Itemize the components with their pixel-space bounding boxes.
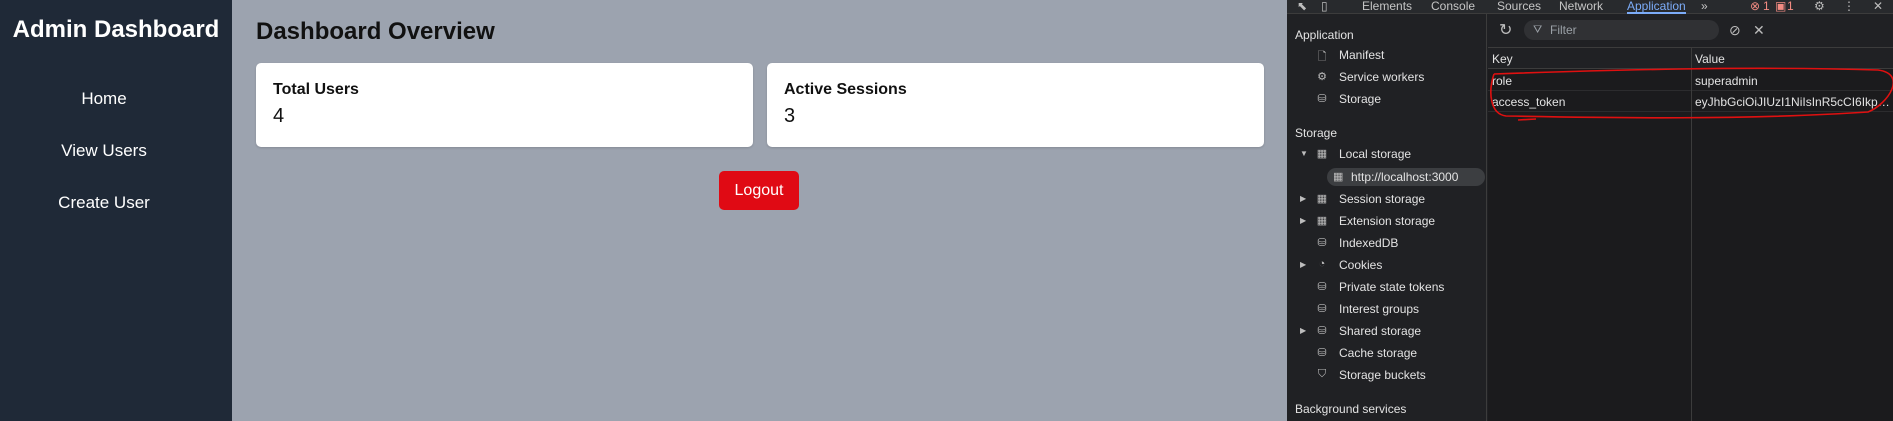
- expand-down-arrow-icon[interactable]: ▼: [1300, 149, 1308, 158]
- background-services-heading: Background services: [1295, 402, 1407, 416]
- devtools-tabbar: ⬉ ▯ Elements Console Sources Network App…: [1287, 0, 1893, 14]
- filter-input[interactable]: ⛛ Filter: [1524, 20, 1719, 40]
- table-icon: ▦: [1316, 215, 1328, 227]
- error-count: 1: [1763, 0, 1770, 13]
- sidebar-item-shared-storage[interactable]: Shared storage: [1339, 324, 1421, 338]
- total-users-card: Total Users 4: [256, 63, 753, 147]
- database-icon: ⛁: [1317, 347, 1327, 359]
- more-options-icon[interactable]: ⋮: [1843, 0, 1855, 14]
- expand-right-arrow-icon[interactable]: ▶: [1300, 194, 1306, 203]
- column-header-value[interactable]: Value: [1695, 52, 1725, 66]
- filter-funnel-icon: ⛛: [1533, 24, 1543, 36]
- row-key: access_token: [1492, 95, 1566, 109]
- sidebar-item-indexeddb[interactable]: IndexedDB: [1339, 236, 1398, 250]
- sidebar-item-cookies[interactable]: Cookies: [1339, 258, 1382, 272]
- card-value: 3: [784, 105, 796, 127]
- devtools-panel: ⬉ ▯ Elements Console Sources Network App…: [1287, 0, 1893, 421]
- page-title: Dashboard Overview: [256, 18, 495, 45]
- app-title: Admin Dashboard: [12, 16, 220, 43]
- storage-toolbar: ↻ ⛛ Filter ⊘ ✕: [1488, 14, 1893, 48]
- database-icon: ⛁: [1317, 303, 1327, 315]
- warning-count: 1: [1787, 0, 1794, 13]
- inspect-element-icon[interactable]: ⬉: [1297, 0, 1307, 14]
- delete-selected-icon[interactable]: ✕: [1753, 22, 1765, 39]
- expand-right-arrow-icon[interactable]: ▶: [1300, 260, 1306, 269]
- main-content: Dashboard Overview Total Users 4 Active …: [232, 0, 1287, 421]
- sidebar-item-extension-storage[interactable]: Extension storage: [1339, 214, 1435, 228]
- tab-console[interactable]: Console: [1431, 0, 1475, 14]
- card-value: 4: [273, 105, 285, 127]
- tab-elements[interactable]: Elements: [1362, 0, 1412, 14]
- column-divider: [1691, 48, 1692, 421]
- tab-sources[interactable]: Sources: [1497, 0, 1541, 14]
- warning-icon[interactable]: ▣: [1775, 0, 1786, 14]
- card-label: Active Sessions: [784, 81, 907, 98]
- active-sessions-card: Active Sessions 3: [767, 63, 1264, 147]
- sidebar-item-localhost-origin[interactable]: ▦ http://localhost:3000: [1327, 168, 1485, 186]
- tab-application[interactable]: Application: [1627, 0, 1686, 14]
- row-value: eyJhbGciOiJIUzI1NiIsInR5cCI6IkpXVCJ9...: [1695, 95, 1890, 109]
- database-icon: ⛁: [1317, 93, 1327, 105]
- bucket-icon: ⛉: [1317, 368, 1327, 380]
- sidebar-item-manifest[interactable]: Manifest: [1339, 48, 1384, 62]
- manifest-icon: 🗋: [1317, 51, 1327, 63]
- sidebar-item-service-workers[interactable]: Service workers: [1339, 70, 1424, 84]
- sidebar-item-local-storage[interactable]: Local storage: [1339, 147, 1411, 161]
- table-icon: ▦: [1316, 193, 1328, 205]
- cookie-icon: ◔: [1318, 258, 1326, 270]
- database-icon: ⛁: [1317, 325, 1327, 337]
- nav-home[interactable]: Home: [0, 89, 208, 109]
- sidebar-item-cache-storage[interactable]: Cache storage: [1339, 346, 1417, 360]
- card-label: Total Users: [273, 81, 359, 98]
- tab-network[interactable]: Network: [1559, 0, 1603, 14]
- row-key: role: [1492, 74, 1513, 88]
- clear-all-icon[interactable]: ⊘: [1729, 22, 1741, 39]
- nav-create-user[interactable]: Create User: [0, 193, 208, 213]
- close-devtools-icon[interactable]: ✕: [1873, 0, 1883, 14]
- sidebar-item-storage-buckets[interactable]: Storage buckets: [1339, 368, 1426, 382]
- sidebar-item-private-state-tokens[interactable]: Private state tokens: [1339, 280, 1444, 294]
- logout-button[interactable]: Logout: [719, 171, 799, 210]
- settings-gear-icon[interactable]: ⚙: [1814, 0, 1825, 14]
- expand-right-arrow-icon[interactable]: ▶: [1300, 326, 1306, 335]
- row-value: superadmin: [1695, 74, 1758, 88]
- sidebar-item-storage[interactable]: Storage: [1339, 92, 1381, 106]
- database-icon: ⛁: [1317, 281, 1327, 293]
- table-icon: ▦: [1333, 171, 1344, 183]
- origin-label: http://localhost:3000: [1351, 170, 1459, 184]
- column-header-key[interactable]: Key: [1492, 52, 1513, 66]
- gears-icon: ⚙: [1317, 71, 1327, 83]
- error-icon[interactable]: ⊗: [1750, 0, 1760, 14]
- sidebar-item-session-storage[interactable]: Session storage: [1339, 192, 1425, 206]
- app-sidebar: Admin Dashboard Home View Users Create U…: [0, 0, 232, 421]
- more-tabs[interactable]: »: [1701, 0, 1708, 14]
- expand-right-arrow-icon[interactable]: ▶: [1300, 216, 1306, 225]
- refresh-icon[interactable]: ↻: [1499, 20, 1512, 40]
- storage-panel: ↻ ⛛ Filter ⊘ ✕ Key Value role superadmin…: [1488, 14, 1893, 421]
- database-icon: ⛁: [1317, 237, 1327, 249]
- devtools-sidebar: Application 🗋 Manifest ⚙ Service workers…: [1287, 14, 1487, 421]
- device-toolbar-icon[interactable]: ▯: [1321, 0, 1328, 14]
- nav-view-users[interactable]: View Users: [0, 141, 208, 161]
- application-heading: Application: [1295, 28, 1354, 42]
- filter-placeholder: Filter: [1550, 23, 1577, 37]
- sidebar-item-interest-groups[interactable]: Interest groups: [1339, 302, 1419, 316]
- table-icon: ▦: [1316, 148, 1328, 160]
- storage-heading: Storage: [1295, 126, 1338, 140]
